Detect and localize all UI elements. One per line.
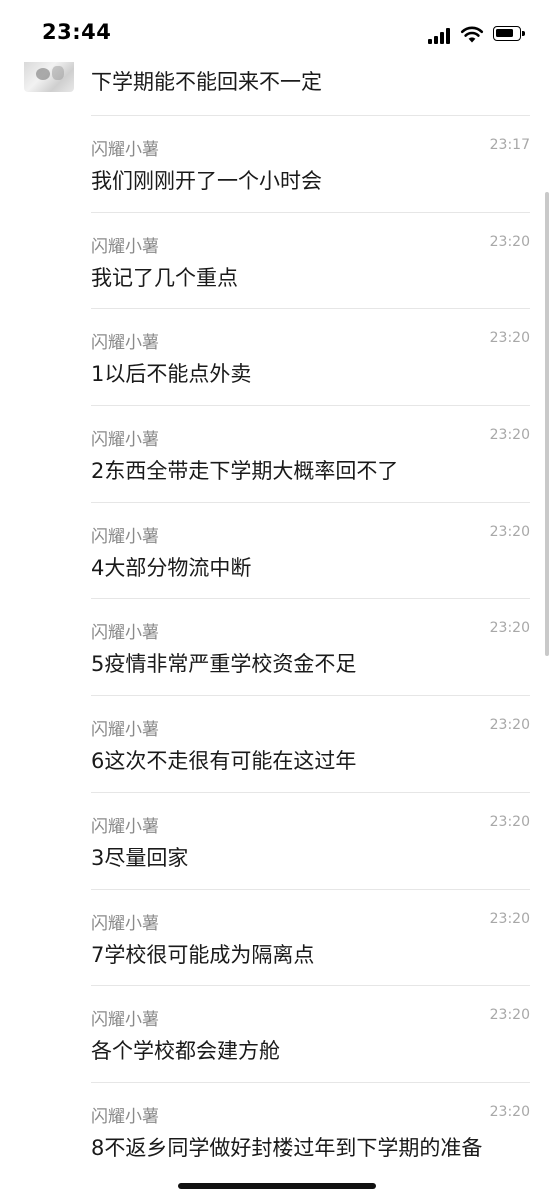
message-item[interactable]: 闪耀小薯 23:20 4大部分物流中断 (0, 501, 554, 599)
sender-name: 闪耀小薯 (91, 1010, 159, 1031)
divider (91, 308, 530, 310)
divider (91, 695, 530, 697)
sender-name: 闪耀小薯 (91, 1106, 159, 1127)
message-time: 23:20 (489, 620, 530, 637)
scrollbar[interactable] (545, 192, 549, 656)
divider (91, 888, 530, 890)
message-time: 23:20 (489, 330, 530, 347)
message-time: 23:20 (489, 813, 530, 830)
divider (91, 115, 530, 116)
sender-name: 闪耀小薯 (91, 430, 159, 451)
avatar[interactable] (24, 62, 74, 92)
battery-icon (493, 26, 525, 41)
message-item[interactable]: 闪耀小薯 23:20 2东西全带走下学期大概率回不了 (0, 405, 554, 502)
message-time: 23:20 (489, 233, 530, 250)
divider (91, 1081, 530, 1083)
cellular-signal-icon (428, 27, 452, 44)
sender-name: 闪耀小薯 (91, 816, 159, 837)
message-time: 23:20 (489, 1007, 530, 1024)
message-text: 4大部分物流中断 (91, 555, 252, 580)
status-time: 23:44 (42, 20, 112, 44)
sender-name: 闪耀小薯 (91, 333, 159, 354)
sender-name: 闪耀小薯 (91, 236, 159, 257)
sender-name: 闪耀小薯 (91, 623, 159, 644)
sender-name: 闪耀小薯 (91, 526, 159, 547)
message-text: 我记了几个重点 (91, 265, 238, 290)
message-text: 8不返乡同学做好封楼过年到下学期的准备 (91, 1135, 483, 1160)
divider (91, 598, 530, 600)
message-text: 6这次不走很有可能在这过年 (91, 749, 357, 774)
message-time: 23:20 (489, 1103, 530, 1120)
message-list: 闪耀小薯 23:17 我们刚刚开了一个小时会 闪耀小薯 23:20 我记了几个重点 闪耀小薯… (0, 115, 554, 1179)
message-item[interactable]: 闪耀小薯 23:20 7学校很可能成为隔离点 (0, 888, 554, 986)
message-time: 23:17 (489, 137, 530, 153)
message-text: 5疫情非常严重学校资金不足 (91, 652, 357, 677)
message-text: 7学校很可能成为隔离点 (91, 942, 315, 967)
sender-name: 闪耀小薯 (91, 720, 159, 741)
message-text: 我们刚刚开了一个小时会 (91, 169, 322, 193)
divider (91, 501, 530, 503)
home-indicator[interactable] (178, 1183, 376, 1189)
message-item[interactable]: 闪耀小薯 23:20 各个学校都会建方舱 (0, 985, 554, 1082)
message-text: 各个学校都会建方舱 (91, 1039, 280, 1064)
message-text: 1以后不能点外卖 (91, 362, 252, 387)
message-time: 23:20 (489, 523, 530, 540)
sender-name: 闪耀小薯 (91, 913, 159, 934)
divider (91, 985, 530, 987)
message-item[interactable]: 闪耀小薯 23:20 8不返乡同学做好封楼过年到下学期的准备 (0, 1081, 554, 1179)
divider (91, 405, 530, 407)
message-item[interactable]: 闪耀小薯 23:17 我们刚刚开了一个小时会 (0, 115, 554, 212)
wifi-icon (460, 26, 484, 43)
message-text: 3尽量回家 (91, 845, 189, 870)
status-bar: 23:44 (0, 0, 554, 62)
message-text: 下学期能不能回来不一定 (91, 70, 322, 94)
message-time: 23:20 (489, 427, 530, 444)
message-item[interactable]: 闪耀小薯 23:20 我记了几个重点 (0, 211, 554, 309)
divider (91, 791, 530, 793)
divider (91, 211, 530, 213)
message-item[interactable]: 闪耀小薯 23:20 6这次不走很有可能在这过年 (0, 695, 554, 792)
sender-name: 闪耀小薯 (91, 140, 159, 160)
message-text: 2东西全带走下学期大概率回不了 (91, 459, 399, 484)
message-item[interactable]: 闪耀小薯 23:20 5疫情非常严重学校资金不足 (0, 598, 554, 695)
message-item[interactable]: 闪耀小薯 23:20 1以后不能点外卖 (0, 308, 554, 405)
message-time: 23:20 (489, 910, 530, 927)
message-time: 23:20 (489, 717, 530, 734)
message-item[interactable]: 闪耀小薯 23:20 3尽量回家 (0, 791, 554, 889)
battery-level-fill (496, 29, 513, 37)
